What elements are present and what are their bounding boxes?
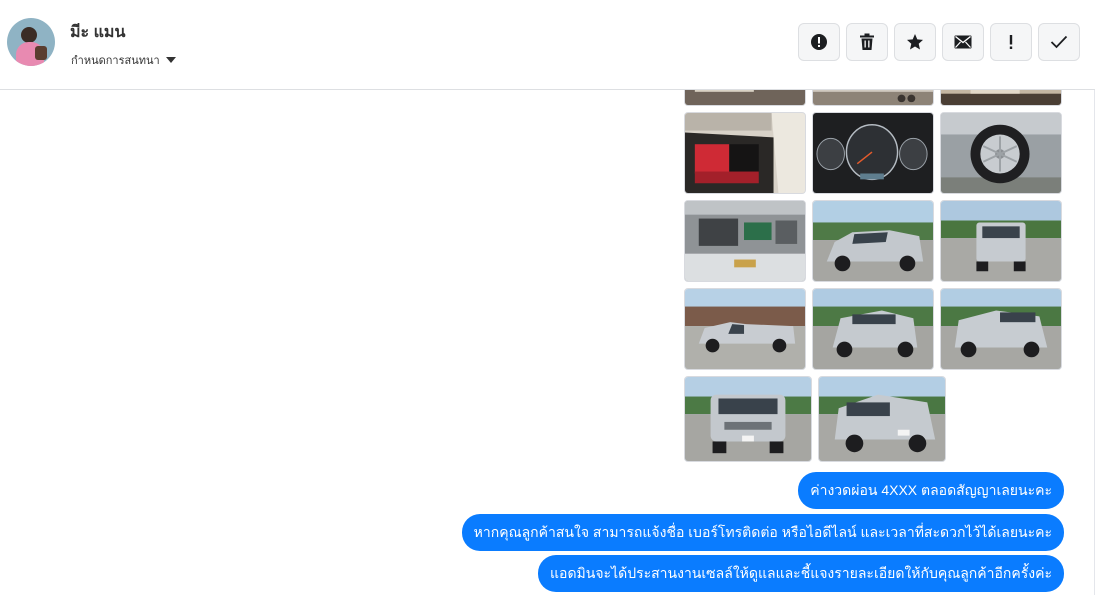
action-toolbar [798,23,1080,61]
conversation-settings-label: กำหนดการสนทนา [71,55,160,67]
car-interior-image [941,90,1061,105]
message-bubble[interactable]: แอดมินจะได้ประสานงานเซลล์ให้ดูแลและชี้แจ… [538,555,1064,592]
photo-attachment[interactable] [684,200,806,282]
exclamation-icon [1009,35,1013,49]
mark-unread-button[interactable] [942,23,984,61]
message-thread: ค่างวดผ่อน 4XXX ตลอดสัญญาเลยนะคะ หากคุณล… [0,90,1095,595]
avatar[interactable] [7,18,55,66]
photo-attachment[interactable] [812,288,934,370]
delete-button[interactable] [846,23,888,61]
photo-attachment[interactable] [684,376,812,462]
photo-attachment[interactable] [684,90,806,106]
dashboard-gauges-image [813,113,933,193]
photo-attachment[interactable] [940,90,1062,106]
pickup-truck-image [941,289,1061,369]
pickup-truck-image [685,289,805,369]
photo-attachment[interactable] [818,376,946,462]
message-bubble[interactable]: หากคุณลูกค้าสนใจ สามารถแจ้งชื่อ เบอร์โทร… [461,514,1064,551]
star-icon [907,34,923,50]
pickup-truck-image [685,377,811,461]
check-icon [1050,35,1068,49]
rear-seat-image [685,113,805,193]
report-button[interactable] [798,23,840,61]
star-button[interactable] [894,23,936,61]
conversation-header: มีะ แมน กำหนดการสนทนา [0,0,1095,90]
contact-name[interactable]: มีะ แมน [70,20,125,45]
conversation-settings-dropdown[interactable]: กำหนดการสนทนา [71,51,176,69]
photo-attachment[interactable] [684,288,806,370]
message-bubble[interactable]: ค่างวดผ่อน 4XXX ตลอดสัญญาเลยนะคะ [798,472,1064,509]
photo-attachment[interactable] [940,200,1062,282]
photo-attachment[interactable] [684,112,806,194]
pickup-truck-image [941,201,1061,281]
photo-attachment[interactable] [812,200,934,282]
engine-bay-image [685,201,805,281]
done-button[interactable] [1038,23,1080,61]
pickup-truck-image [819,377,945,461]
alert-circle-icon [811,34,827,50]
photo-attachment[interactable] [940,112,1062,194]
car-interior-image [813,90,933,105]
photo-attachment[interactable] [812,112,934,194]
mail-icon [954,35,972,49]
important-button[interactable] [990,23,1032,61]
car-interior-image [685,90,805,105]
photo-attachment[interactable] [940,288,1062,370]
trash-icon [860,33,874,50]
pickup-truck-image [813,289,933,369]
wheel-image [941,113,1061,193]
photo-attachment[interactable] [812,90,934,106]
caret-down-icon [165,57,176,63]
pickup-truck-image [813,201,933,281]
